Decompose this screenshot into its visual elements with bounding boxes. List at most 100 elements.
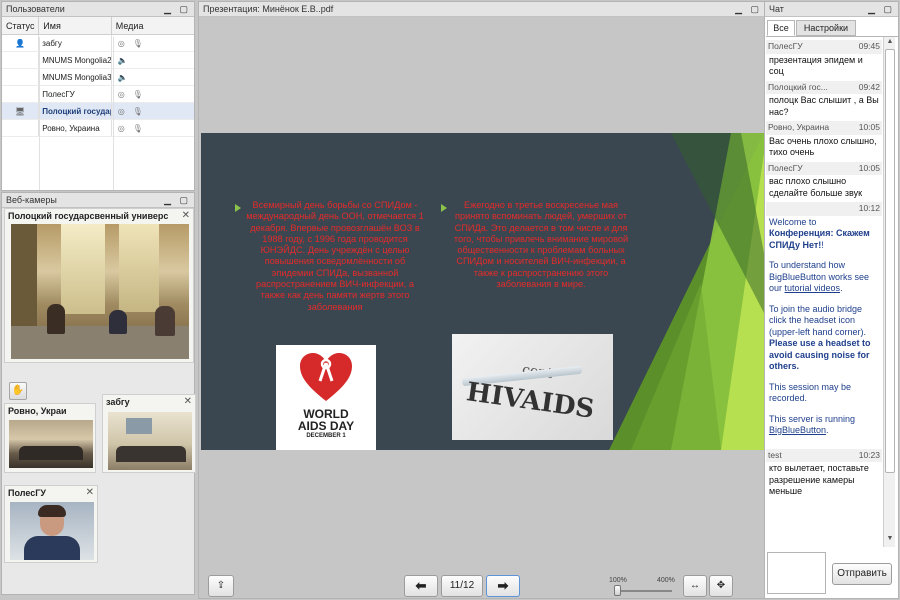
column-media[interactable]: Медиа bbox=[112, 17, 194, 34]
slide-left-text: Всемирный день борьбы со СПИДом - междун… bbox=[246, 200, 424, 312]
video-window bbox=[61, 224, 105, 314]
column-name[interactable]: Имя bbox=[39, 17, 112, 34]
presentation-titlebar: Презентация: Минёнок Е.В..pdf ▁ ▢ bbox=[199, 2, 765, 17]
chat-scrollbar[interactable]: ▲ ▼ bbox=[883, 37, 895, 547]
chat-input[interactable] bbox=[767, 552, 826, 594]
presentation-slide[interactable]: Всемирный день борьбы со СПИДом - междун… bbox=[201, 133, 764, 450]
scrollbar-thumb[interactable] bbox=[885, 49, 895, 473]
window-controls[interactable]: ▁ ▢ bbox=[164, 2, 191, 16]
microphone-active-icon[interactable]: 🎙 bbox=[133, 107, 151, 116]
chat-sender: ПолесГУ bbox=[768, 162, 803, 173]
close-icon[interactable]: ✕ bbox=[86, 487, 94, 498]
page-indicator[interactable]: 11/12 bbox=[441, 575, 483, 597]
user-media[interactable]: ◎🎙 bbox=[112, 86, 194, 102]
slide-bullet bbox=[441, 204, 447, 212]
main-webcam-window[interactable]: Полоцкий государсвенный универс ✕ bbox=[4, 208, 194, 363]
video-hair bbox=[38, 505, 66, 517]
chat-time: 10:12 bbox=[858, 203, 880, 213]
users-panel-title: Пользователи bbox=[6, 4, 65, 14]
video-window bbox=[119, 224, 159, 312]
zoom-min-label: 100% bbox=[609, 577, 627, 584]
previous-slide-button[interactable]: ⬅ bbox=[404, 575, 438, 597]
bigbluebutton-link[interactable]: BigBlueButton bbox=[769, 425, 826, 435]
webcam-video bbox=[10, 502, 94, 560]
user-name: Ровно, Украина bbox=[39, 120, 112, 136]
chat-message: ПолесГУ 10:05 вас плохо слышно сделайте бо… bbox=[766, 161, 882, 203]
welcome-audio-text: To join the audio bridge click the heads… bbox=[769, 303, 867, 337]
close-icon[interactable]: ✕ bbox=[184, 396, 192, 407]
chat-text: Вас очень плохо слышно, тихо очень bbox=[769, 135, 877, 158]
user-row[interactable]: MNUMS Mongolia2 🔈 bbox=[2, 52, 194, 69]
microphone-icon[interactable]: 🎙 bbox=[133, 90, 151, 99]
webcam-icon[interactable]: ◎ bbox=[118, 39, 133, 48]
chat-welcome-message: Welcome to Конференция: Скажем СПИДу Нет… bbox=[766, 216, 882, 449]
poster-date: DECEMBER 1 bbox=[306, 433, 346, 439]
webcams-panel: Веб-камеры ▁ ▢ Полоцкий государсвенный у… bbox=[1, 192, 196, 595]
webcam-video bbox=[11, 224, 189, 359]
user-name: MNUMS Mongolia2 bbox=[39, 52, 112, 68]
window-controls[interactable]: ▁ ▢ bbox=[735, 2, 762, 16]
presentation-title: Презентация: Минёнок Е.В..pdf bbox=[203, 4, 334, 14]
user-row[interactable]: MNUMS Mongolia3 🔈 bbox=[2, 69, 194, 86]
microphone-icon[interactable]: 🎙 bbox=[133, 124, 151, 133]
photo-text: HIVAIDS bbox=[464, 377, 597, 425]
video-people bbox=[19, 446, 83, 460]
user-media[interactable]: ◎🎙 bbox=[112, 120, 194, 136]
zoom-slider-track[interactable] bbox=[614, 590, 672, 592]
webcam-window-polesgu[interactable]: ПолесГУ ✕ bbox=[4, 485, 98, 563]
user-media[interactable]: 🔈 bbox=[112, 52, 194, 68]
chat-message: test 10:23 кто вылетает, поставьте разре… bbox=[766, 448, 882, 501]
user-row[interactable]: Ровно, Украина ◎🎙 bbox=[2, 120, 194, 137]
chat-message-header: Ровно, Украина 10:05 bbox=[766, 121, 882, 135]
scroll-down-icon[interactable]: ▼ bbox=[885, 535, 895, 545]
chat-time: 10:05 bbox=[858, 122, 880, 132]
users-panel: Пользователи ▁ ▢ Статус Имя Медиа 👤 забгу… bbox=[1, 1, 195, 191]
tab-settings[interactable]: Настройки bbox=[796, 20, 856, 36]
microphone-icon[interactable]: 🎙 bbox=[133, 39, 151, 48]
chat-message-header: test 10:23 bbox=[766, 448, 882, 462]
webcam-window-rovno[interactable]: Ровно, Украи bbox=[4, 403, 96, 473]
webcam-video bbox=[108, 412, 192, 470]
webcam-icon[interactable]: ◎ bbox=[118, 124, 133, 133]
send-button[interactable]: Отправить bbox=[832, 563, 892, 585]
webcam-video bbox=[9, 420, 93, 468]
chat-text: полоцк Вас слышит , а Вы нас? bbox=[769, 95, 879, 117]
user-row[interactable]: 👤 забгу ◎🎙 bbox=[2, 35, 194, 52]
user-media[interactable]: ◎🎙 bbox=[112, 35, 194, 51]
webcam-title: Ровно, Украи bbox=[8, 406, 67, 416]
raise-hand-button[interactable]: ✋ bbox=[9, 382, 27, 400]
user-name: Полоцкий государ bbox=[39, 103, 112, 119]
fit-page-button[interactable]: ✥ bbox=[709, 575, 733, 597]
user-name: MNUMS Mongolia3 bbox=[39, 69, 112, 85]
upload-presentation-button[interactable]: ⇪ bbox=[208, 575, 234, 597]
scroll-up-icon[interactable]: ▲ bbox=[885, 38, 895, 48]
webcam-window-zabgu[interactable]: забгу ✕ bbox=[102, 394, 196, 473]
next-slide-button[interactable]: ➡ bbox=[486, 575, 520, 597]
column-divider bbox=[39, 37, 40, 190]
user-media[interactable]: 🔈 bbox=[112, 69, 194, 85]
chat-time: 10:05 bbox=[858, 162, 880, 173]
user-row[interactable]: 🖥 Полоцкий государ ◎🎙 bbox=[2, 103, 194, 120]
fit-width-icon: ↔ bbox=[690, 580, 700, 591]
webcam-icon[interactable]: ◎ bbox=[118, 90, 133, 99]
tutorial-videos-link[interactable]: tutorial videos bbox=[785, 283, 841, 293]
fit-width-button[interactable]: ↔ bbox=[683, 575, 707, 597]
column-status[interactable]: Статус bbox=[2, 17, 40, 34]
speaker-icon[interactable]: 🔈 bbox=[118, 56, 136, 65]
speaker-icon[interactable]: 🔈 bbox=[118, 73, 136, 82]
zoom-slider-thumb[interactable] bbox=[614, 585, 621, 596]
poster-title-line2: AIDS DAY bbox=[297, 419, 355, 433]
close-icon[interactable]: ✕ bbox=[182, 210, 190, 221]
presenter-icon: 🖥 bbox=[2, 103, 40, 119]
video-body bbox=[24, 536, 80, 560]
users-panel-titlebar: Пользователи ▁ ▢ bbox=[2, 2, 194, 17]
user-media[interactable]: ◎🎙 bbox=[112, 103, 194, 119]
user-row[interactable]: ПолесГУ ◎🎙 bbox=[2, 86, 194, 103]
users-list: 👤 забгу ◎🎙 MNUMS Mongolia2 🔈 MNUMS Mongolia3 🔈… bbox=[2, 35, 194, 137]
window-controls[interactable]: ▁ ▢ bbox=[868, 2, 895, 16]
tab-all[interactable]: Все bbox=[767, 20, 795, 36]
webcam-title: ПолесГУ bbox=[8, 488, 46, 498]
chat-time: 10:23 bbox=[858, 449, 880, 460]
window-controls[interactable]: ▁ ▢ bbox=[164, 193, 191, 207]
webcam-icon[interactable]: ◎ bbox=[118, 107, 133, 116]
